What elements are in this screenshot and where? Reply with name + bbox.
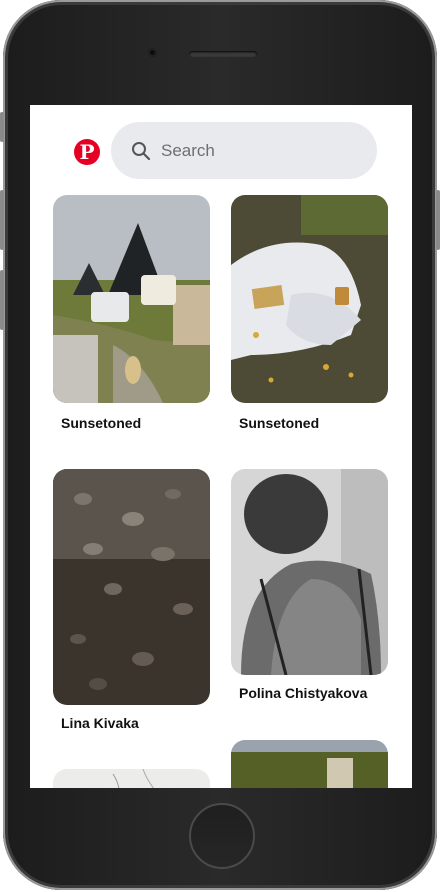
pin-author[interactable]: Polina Chistyakova — [239, 685, 367, 701]
home-button[interactable] — [189, 803, 255, 869]
pin-image-picnic[interactable] — [231, 195, 388, 403]
earpiece-speaker — [189, 51, 257, 57]
volume-up-button — [0, 190, 4, 250]
power-button — [436, 190, 440, 250]
pin-author[interactable]: Sunsetoned — [61, 415, 141, 431]
search-bar[interactable]: Search — [111, 122, 377, 179]
pin-image-portrait[interactable] — [231, 469, 388, 675]
front-camera — [148, 48, 157, 57]
pin-image-sketch[interactable] — [53, 769, 210, 788]
pinterest-logo-icon[interactable]: P — [74, 139, 100, 165]
volume-down-button — [0, 270, 4, 330]
search-icon — [132, 142, 151, 161]
app-screen: P Search Sunsetoned Sunsetoned Lina Kiva… — [30, 105, 412, 788]
pin-author[interactable]: Sunsetoned — [239, 415, 319, 431]
pin-image-vineyard[interactable] — [231, 740, 388, 788]
pin-image-rocks[interactable] — [53, 469, 210, 705]
pin-image-cabin-mugs[interactable] — [53, 195, 210, 403]
mute-switch — [0, 112, 4, 142]
pin-author[interactable]: Lina Kivaka — [61, 715, 139, 731]
search-placeholder: Search — [161, 141, 215, 160]
